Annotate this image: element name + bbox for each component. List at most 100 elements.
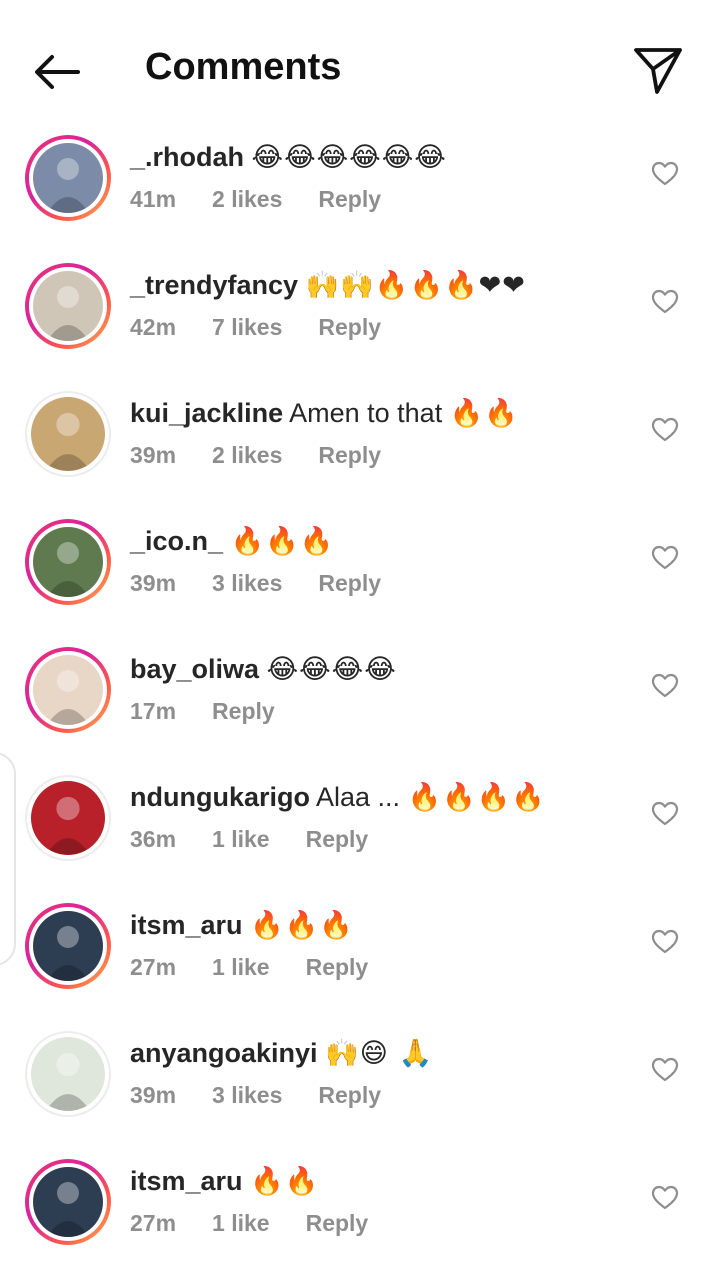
comment-emoji: 😂😂😂😂😂😂 [251, 142, 447, 173]
likes-count[interactable]: 1 like [212, 826, 270, 852]
comment-meta: 39m 2 likes Reply [130, 442, 417, 469]
reply-button[interactable]: Reply [318, 442, 381, 468]
heart-icon[interactable] [651, 1056, 679, 1084]
avatar-ring[interactable] [25, 1159, 111, 1245]
avatar-ring[interactable] [25, 1031, 111, 1117]
comment-row: _trendyfancy 🙌🙌🔥🔥🔥❤❤ 42m 7 likes Reply [0, 248, 720, 376]
comment-meta: 42m 7 likes Reply [130, 314, 417, 341]
heart-icon[interactable] [651, 416, 679, 444]
comment-emoji: 🔥🔥🔥🔥 [407, 782, 547, 813]
avatar-image [33, 271, 103, 341]
comment-emoji: 🙌😄 🙏 [325, 1038, 434, 1069]
comment-line: anyangoakinyi 🙌😄 🙏 [130, 1036, 433, 1071]
reply-button[interactable]: Reply [306, 954, 369, 980]
comment-meta: 36m 1 like Reply [130, 826, 404, 853]
comment-time: 39m [130, 442, 177, 468]
avatar-ring[interactable] [25, 263, 111, 349]
comment-row: _.rhodah 😂😂😂😂😂😂 41m 2 likes Reply [0, 120, 720, 248]
avatar-ring[interactable] [25, 647, 111, 733]
comment-time: 41m [130, 186, 177, 212]
comment-meta: 27m 1 like Reply [130, 1210, 404, 1237]
comment-username[interactable]: anyangoakinyi [130, 1038, 318, 1068]
direct-message-icon[interactable] [630, 42, 686, 98]
comment-meta: 39m 3 likes Reply [130, 570, 417, 597]
comment-username[interactable]: _trendyfancy [130, 270, 298, 300]
likes-count[interactable]: 3 likes [212, 570, 282, 596]
comment-time: 42m [130, 314, 177, 340]
comment-row: ndungukarigo Alaa ... 🔥🔥🔥🔥 36m 1 like Repl… [0, 760, 720, 888]
comment-line: ndungukarigo Alaa ... 🔥🔥🔥🔥 [130, 780, 546, 815]
avatar[interactable] [33, 655, 103, 725]
comment-line: _ico.n_ 🔥🔥🔥 [130, 524, 334, 559]
avatar[interactable] [31, 397, 105, 471]
likes-count[interactable]: 1 like [212, 1210, 270, 1236]
comment-username[interactable]: ndungukarigo [130, 782, 310, 812]
comment-time: 39m [130, 1082, 177, 1108]
comment-line: itsm_aru 🔥🔥🔥 [130, 908, 354, 943]
reply-button[interactable]: Reply [318, 570, 381, 596]
avatar-ring[interactable] [25, 135, 111, 221]
reply-button[interactable]: Reply [212, 698, 275, 724]
likes-count[interactable]: 2 likes [212, 442, 282, 468]
comment-username[interactable]: _ico.n_ [130, 526, 223, 556]
comment-row: anyangoakinyi 🙌😄 🙏 39m 3 likes Reply [0, 1016, 720, 1144]
avatar-ring[interactable] [25, 775, 111, 861]
back-arrow-icon[interactable] [28, 44, 84, 100]
comment-line: kui_jackline Amen to that 🔥🔥 [130, 396, 519, 431]
comment-username[interactable]: bay_oliwa [130, 654, 259, 684]
avatar-ring[interactable] [25, 391, 111, 477]
comment-row: _ico.n_ 🔥🔥🔥 39m 3 likes Reply [0, 504, 720, 632]
heart-icon[interactable] [651, 544, 679, 572]
comment-emoji: 🔥🔥🔥 [250, 910, 354, 941]
comments-header: Comments [0, 0, 720, 130]
likes-count[interactable]: 7 likes [212, 314, 282, 340]
comment-emoji: 🔥🔥 [449, 398, 519, 429]
likes-count[interactable]: 1 like [212, 954, 270, 980]
avatar-ring[interactable] [25, 903, 111, 989]
comment-username[interactable]: _.rhodah [130, 142, 244, 172]
comment-username[interactable]: itsm_aru [130, 910, 243, 940]
reply-button[interactable]: Reply [306, 1210, 369, 1236]
comment-meta: 41m 2 likes Reply [130, 186, 417, 213]
reply-button[interactable]: Reply [318, 186, 381, 212]
reply-button[interactable]: Reply [318, 1082, 381, 1108]
heart-icon[interactable] [651, 160, 679, 188]
avatar-image [31, 781, 105, 855]
heart-icon[interactable] [651, 288, 679, 316]
heart-icon[interactable] [651, 928, 679, 956]
reply-button[interactable]: Reply [306, 826, 369, 852]
comment-time: 27m [130, 954, 177, 980]
reply-button[interactable]: Reply [318, 314, 381, 340]
comment-time: 36m [130, 826, 177, 852]
avatar-image [33, 143, 103, 213]
avatar[interactable] [33, 527, 103, 597]
avatar-image [33, 911, 103, 981]
avatar-ring[interactable] [25, 519, 111, 605]
avatar-image [31, 1037, 105, 1111]
avatar[interactable] [31, 781, 105, 855]
heart-icon[interactable] [651, 672, 679, 700]
comment-meta: 27m 1 like Reply [130, 954, 404, 981]
comment-meta: 39m 3 likes Reply [130, 1082, 417, 1109]
heart-icon[interactable] [651, 1184, 679, 1212]
avatar[interactable] [33, 271, 103, 341]
avatar[interactable] [33, 1167, 103, 1237]
comment-emoji: 🔥🔥🔥 [230, 526, 335, 557]
comment-time: 27m [130, 1210, 177, 1236]
avatar-image [33, 1167, 103, 1237]
comment-row: itsm_aru 🔥🔥🔥 27m 1 like Reply [0, 888, 720, 1016]
avatar[interactable] [33, 143, 103, 213]
comment-username[interactable]: kui_jackline [130, 398, 283, 428]
comment-row: itsm_aru 🔥🔥 27m 1 like Reply [0, 1144, 720, 1272]
avatar[interactable] [33, 911, 103, 981]
likes-count[interactable]: 3 likes [212, 1082, 282, 1108]
heart-icon[interactable] [651, 800, 679, 828]
avatar-image [33, 655, 103, 725]
likes-count[interactable]: 2 likes [212, 186, 282, 212]
comment-emoji: 🔥🔥 [250, 1166, 320, 1197]
comment-line: bay_oliwa 😂😂😂😂 [130, 652, 397, 687]
comment-username[interactable]: itsm_aru [130, 1166, 243, 1196]
avatar[interactable] [31, 1037, 105, 1111]
comment-text: Amen to that [289, 398, 443, 428]
comment-row: kui_jackline Amen to that 🔥🔥 39m 2 likes R… [0, 376, 720, 504]
